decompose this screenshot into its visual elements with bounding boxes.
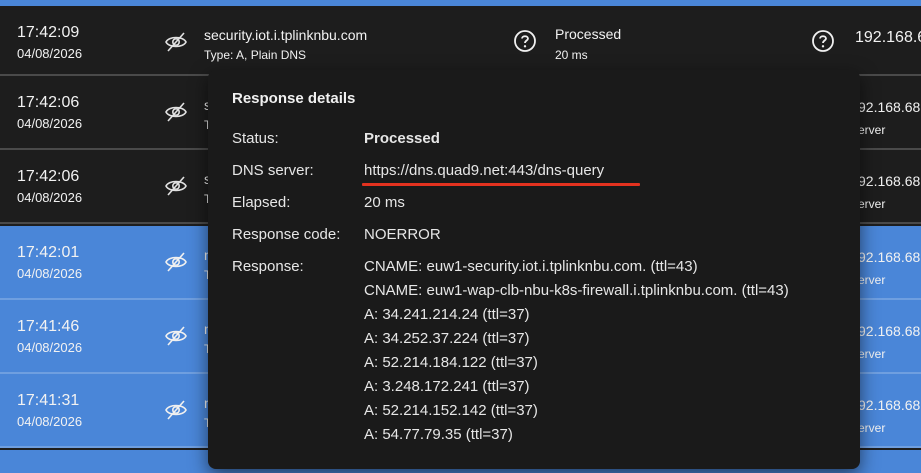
eye-slash-icon[interactable] — [164, 30, 188, 54]
row-client-ip: 92.168.68 — [858, 99, 921, 115]
row-time: 17:41:46 — [17, 318, 80, 335]
response-record: A: 54.77.79.35 (ttl=37) — [364, 426, 513, 443]
status-label: Status: — [232, 130, 279, 147]
row-client-ip: 92.168.68 — [858, 397, 921, 413]
status-value: Processed — [364, 130, 440, 147]
response-record: A: 34.252.37.224 (ttl=37) — [364, 330, 530, 347]
response-details-popup: Response details Status: Processed DNS s… — [208, 70, 860, 469]
row-time: 17:42:09 — [17, 24, 80, 41]
row-client-name: erver — [858, 421, 886, 435]
response-code-value: NOERROR — [364, 226, 441, 243]
table-row[interactable]: 17:42:09 04/08/2026 security.iot.i.tplin… — [0, 6, 921, 76]
eye-slash-icon[interactable] — [164, 324, 188, 348]
eye-slash-icon[interactable] — [164, 398, 188, 422]
response-record: A: 52.214.152.142 (ttl=37) — [364, 402, 538, 419]
question-circle-icon[interactable] — [811, 29, 835, 53]
row-time: 17:42:01 — [17, 244, 80, 261]
popup-title: Response details — [232, 90, 356, 107]
row-elapsed: 20 ms — [555, 48, 588, 62]
row-client-name: erver — [858, 123, 886, 137]
response-record: A: 52.214.184.122 (ttl=37) — [364, 354, 538, 371]
row-time: 17:42:06 — [17, 94, 80, 111]
eye-slash-icon[interactable] — [164, 100, 188, 124]
row-date: 04/08/2026 — [17, 46, 83, 61]
dns-server-label: DNS server: — [232, 162, 314, 179]
row-status: Processed — [555, 26, 622, 42]
row-client-ip: 92.168.68 — [858, 249, 921, 265]
question-circle-icon[interactable] — [513, 29, 537, 53]
row-client-ip: 92.168.68 — [858, 323, 921, 339]
row-date: 04/08/2026 — [17, 116, 83, 131]
row-client-ip: 192.168.6 — [855, 29, 921, 46]
row-time: 17:41:31 — [17, 392, 80, 409]
response-record: CNAME: euw1-security.iot.i.tplinknbu.com… — [364, 258, 698, 275]
response-label: Response: — [232, 258, 304, 275]
row-domain[interactable]: security.iot.i.tplinknbu.com — [204, 27, 367, 43]
dns-server-highlight-underline — [362, 183, 640, 186]
row-date: 04/08/2026 — [17, 190, 83, 205]
elapsed-label: Elapsed: — [232, 194, 291, 211]
response-code-label: Response code: — [232, 226, 341, 243]
row-date: 04/08/2026 — [17, 340, 83, 355]
elapsed-value: 20 ms — [364, 194, 405, 211]
eye-slash-icon[interactable] — [164, 174, 188, 198]
response-record: A: 34.241.214.24 (ttl=37) — [364, 306, 530, 323]
response-record: CNAME: euw1-wap-clb-nbu-k8s-firewall.i.t… — [364, 282, 789, 299]
row-client-ip: 92.168.68 — [858, 173, 921, 189]
row-date: 04/08/2026 — [17, 266, 83, 281]
row-time: 17:42:06 — [17, 168, 80, 185]
response-record: A: 3.248.172.241 (ttl=37) — [364, 378, 530, 395]
row-client-name: erver — [858, 197, 886, 211]
row-type: Type: A, Plain DNS — [204, 48, 307, 62]
eye-slash-icon[interactable] — [164, 250, 188, 274]
row-client-name: erver — [858, 347, 886, 361]
row-date: 04/08/2026 — [17, 414, 83, 429]
row-client-name: erver — [858, 273, 886, 287]
dns-server-value: https://dns.quad9.net:443/dns-query — [364, 162, 605, 179]
